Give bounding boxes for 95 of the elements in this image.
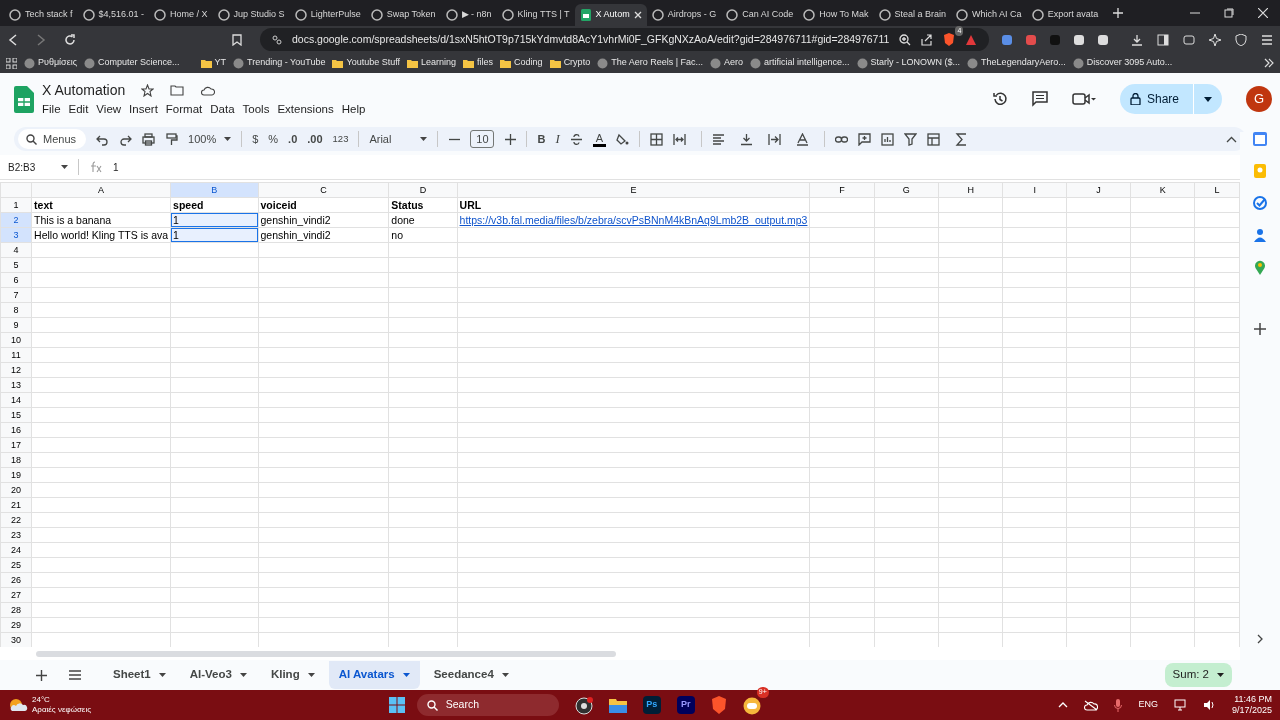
font-dropdown[interactable]: Arial [369,130,428,148]
avatar[interactable]: G [1246,86,1272,112]
weather-text: Αραιές νεφώσεις [32,705,92,715]
browser-tab[interactable]: How To Mak [798,4,874,26]
bookmark[interactable]: YT [200,56,227,70]
menu-item[interactable]: Data [206,100,239,119]
app-icon[interactable]: Pr [676,696,695,714]
italic-button[interactable]: I [555,129,560,149]
bookmark[interactable]: TheLegendaryAero... [967,56,1066,70]
bookmark[interactable]: Learning [407,56,457,70]
browser-tab[interactable]: Jup Studio S [212,4,290,26]
column-header[interactable]: C [258,182,389,198]
bookmark[interactable]: Discover 3095 Auto... [1072,56,1173,70]
cell-text: speed [173,198,204,211]
bookmark[interactable]: The Aero Reels | Fac... [597,56,704,70]
bold-button[interactable]: B [537,130,546,148]
clock[interactable]: 11:46 PM 9/17/2025 [1231,694,1272,716]
cell-text: 1 [173,228,179,241]
bookmark[interactable]: Youtube Stuff [332,56,401,70]
cell-text: text [34,198,53,211]
cell-text: genshin_vindi2 [260,228,331,241]
cell-text: genshin_vindi2 [260,213,331,226]
browser-tab[interactable]: $4,516.01 - [77,4,150,26]
sheet-tab[interactable]: AI-Veo3 [179,661,257,689]
column-header[interactable]: H [938,182,1003,198]
bookmark[interactable]: Trending - YouTube [233,56,326,70]
font-size-field[interactable]: 10 [470,130,495,148]
column-header[interactable]: L [1194,182,1240,198]
cell-text: done [391,213,415,226]
browser-tab[interactable]: Airdrops - G [646,4,722,26]
cell-text: This is a banana [34,213,112,226]
name-box[interactable]: B2:B3 [8,159,68,175]
menu-item[interactable]: View [92,100,126,119]
browser-tab[interactable]: X Autom [574,4,647,26]
menu-item[interactable]: Edit [64,100,93,119]
zoom-dropdown[interactable]: 100% [188,130,232,148]
bookmark[interactable]: Starly - LONOWN ($... [856,56,961,70]
browser-tab[interactable]: Can AI Code [721,4,799,26]
cell-text: no [391,228,403,241]
column-header[interactable]: D [388,182,458,198]
browser-tab[interactable]: Kling TTS | T [496,4,575,26]
cell-text: Hello world! Kling TTS is ava [34,228,169,241]
column-header[interactable]: B [170,182,259,198]
decrease-decimal-button[interactable]: .0 [288,130,298,148]
percent-format-button[interactable]: % [268,130,279,148]
share-button[interactable]: Share [1119,84,1222,114]
increase-decimal-button[interactable]: .00 [307,130,323,148]
column-header[interactable]: J [1066,182,1131,198]
menu-item[interactable]: Insert [125,100,162,119]
cell-text: Status [391,198,424,211]
browser-tab[interactable]: Home / X [149,4,213,26]
number-format-button[interactable]: 123 [332,131,349,147]
menu-item[interactable]: File [38,100,65,119]
column-header[interactable]: G [874,182,939,198]
column-header[interactable]: I [1002,182,1067,198]
sum-button[interactable]: Sum: 2 [1164,663,1232,687]
search-field[interactable]: Search [416,694,559,716]
sheet-tab[interactable]: Kling [260,661,325,689]
cell-text: 1 [173,213,179,226]
formula-field[interactable]: 1 [113,159,119,175]
currency-format-button[interactable]: $ [252,130,259,148]
bookmark[interactable]: Coding [500,56,543,70]
bookmark[interactable]: Computer Science... [84,56,180,70]
cell-text: voiceid [260,198,297,211]
browser-tab[interactable]: ▶ - n8n [440,4,497,26]
column-header[interactable]: E [457,182,810,198]
language-indicator[interactable]: ENG [1138,698,1158,712]
text-color-button[interactable]: A [592,131,607,147]
bookmark[interactable]: files [463,56,494,70]
menu-item[interactable]: Help [337,100,370,119]
browser-tab[interactable]: Which AI Ca [951,4,1027,26]
menu-item[interactable]: Tools [238,100,274,119]
bookmark[interactable]: Aero [710,56,744,70]
sheet-tab[interactable]: AI Avatars [328,661,420,689]
sheet-tab[interactable]: Sheet1 [103,661,176,689]
bookmark[interactable]: artificial intelligence... [750,56,850,70]
temperature: 24°C [32,695,51,705]
column-header[interactable]: K [1130,182,1195,198]
cell-text: URL [459,198,482,211]
document-title[interactable]: X Automation [42,79,126,101]
bookmark[interactable]: Ρυθμίσεις [24,56,78,70]
bookmark[interactable]: Crypto [549,56,591,70]
browser-tab[interactable]: Tech stack f [4,4,78,26]
browser-tab[interactable]: Swap Token [365,4,441,26]
column-header[interactable]: F [809,182,875,198]
menu-item[interactable]: Extensions [273,100,338,119]
menu-item[interactable]: Format [161,100,207,119]
link[interactable]: https://v3b.fal.media/files/b/zebra/scvPsBNnM4kBnAq9Lmb2B_output.mp3 [459,213,808,226]
app-icon[interactable]: Ps [642,696,661,714]
browser-tab[interactable]: Export avata [1026,4,1104,26]
menu-search-field[interactable]: Menus [18,129,87,149]
browser-tab[interactable]: Steal a Brain [873,4,952,26]
sheet-tab[interactable]: Seedance4 [423,661,519,689]
browser-tab[interactable]: LighterPulse [289,4,366,26]
column-header[interactable]: A [31,182,171,198]
